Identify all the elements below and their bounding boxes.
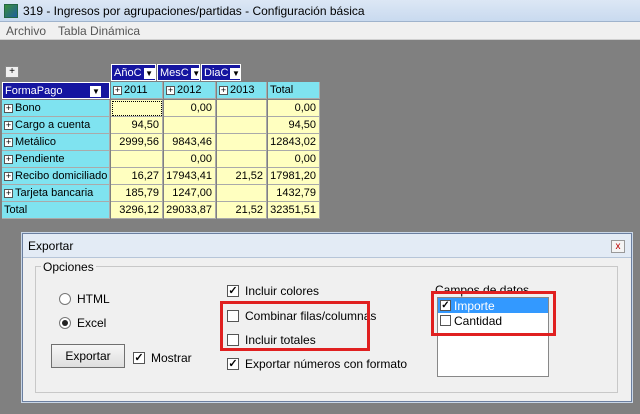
row-label[interactable]: + Pendiente	[2, 151, 110, 168]
pivot-cell[interactable]: 12843,02	[268, 134, 320, 151]
pivot-cell[interactable]	[164, 117, 216, 134]
checkbox-checked-icon[interactable]: ✓	[227, 358, 239, 370]
radio-icon[interactable]	[59, 293, 71, 305]
pivot-cell[interactable]: 17943,41	[164, 168, 216, 185]
expand-icon[interactable]: +	[219, 85, 228, 95]
row-label[interactable]: + Cargo a cuenta	[2, 117, 110, 134]
expand-icon[interactable]: +	[113, 85, 122, 95]
highlight-box	[220, 301, 370, 351]
expand-icon[interactable]: +	[4, 171, 13, 181]
show-checkbox[interactable]: ✓ Mostrar	[133, 351, 192, 365]
row-label[interactable]: + Recibo domiciliado	[2, 168, 110, 185]
checkbox-checked-icon[interactable]: ✓	[227, 285, 239, 297]
app-icon	[4, 3, 18, 18]
expand-icon[interactable]: +	[4, 120, 13, 130]
field-anoc[interactable]: AñoC ▼	[111, 64, 156, 81]
field-formapago[interactable]: FormaPago ▼	[2, 82, 110, 99]
pivot-cell[interactable]: 0,00	[164, 151, 216, 168]
radio-html[interactable]: HTML	[59, 292, 110, 306]
radio-selected-icon[interactable]	[59, 317, 71, 329]
pivot-cell[interactable]	[111, 100, 163, 117]
pivot-cell[interactable]: 3296,12	[111, 202, 163, 219]
pivot-cell[interactable]: 0,00	[164, 100, 216, 117]
dialog-title: Exportar	[23, 234, 631, 258]
include-colors-checkbox[interactable]: ✓ Incluir colores	[227, 284, 319, 298]
dropdown-icon[interactable]: ▼	[90, 85, 102, 97]
row-label[interactable]: Total	[2, 202, 110, 219]
pivot-cell[interactable]: 94,50	[111, 117, 163, 134]
dropdown-icon[interactable]: ▼	[143, 67, 155, 79]
year-header-2011[interactable]: +2011	[111, 82, 163, 99]
pivot-cell[interactable]: 21,52	[217, 202, 267, 219]
pivot-cell[interactable]	[111, 151, 163, 168]
pivot-cell[interactable]	[217, 100, 267, 117]
pivot-cell[interactable]: 21,52	[217, 168, 267, 185]
menu-tabla-dinamica[interactable]: Tabla Dinámica	[52, 24, 146, 38]
export-button[interactable]: Exportar	[51, 344, 125, 368]
row-label[interactable]: + Bono	[2, 100, 110, 117]
expand-icon[interactable]: +	[4, 103, 13, 113]
total-header: Total	[268, 82, 320, 99]
pivot-cell[interactable]	[217, 134, 267, 151]
expand-icon[interactable]: +	[166, 85, 175, 95]
radio-excel[interactable]: Excel	[59, 316, 106, 330]
pivot-cell[interactable]: 29033,87	[164, 202, 216, 219]
pivot-cell[interactable]: 0,00	[268, 100, 320, 117]
close-icon[interactable]: x	[611, 240, 625, 253]
work-area: + AñoC ▼ MesC ▼ DiaC ▼ FormaPago ▼ +2011 +20…	[0, 41, 640, 414]
pivot-cell[interactable]: 94,50	[268, 117, 320, 134]
dropdown-icon[interactable]: ▼	[190, 67, 199, 79]
pivot-cell[interactable]	[217, 151, 267, 168]
window-title: 319 - Ingresos por agrupaciones/partidas…	[23, 3, 365, 18]
menu-bar: Archivo Tabla Dinámica	[0, 22, 640, 40]
year-header-2012[interactable]: +2012	[164, 82, 216, 99]
pivot-cell[interactable]: 9843,46	[164, 134, 216, 151]
corner-expand-button[interactable]: +	[5, 66, 19, 78]
expand-icon[interactable]: +	[4, 188, 13, 198]
pivot-cell[interactable]	[217, 185, 267, 202]
expand-icon[interactable]: +	[4, 137, 13, 147]
field-mesc[interactable]: MesC ▼	[157, 64, 200, 81]
pivot-cell[interactable]: 185,79	[111, 185, 163, 202]
pivot-cell[interactable]: 1432,79	[268, 185, 320, 202]
export-format-checkbox[interactable]: ✓ Exportar números con formato	[227, 357, 407, 371]
dropdown-icon[interactable]: ▼	[230, 67, 240, 79]
highlight-box	[431, 291, 556, 336]
row-label[interactable]: + Metálico	[2, 134, 110, 151]
pivot-cell[interactable]: 1247,00	[164, 185, 216, 202]
year-header-2013[interactable]: +2013	[217, 82, 267, 99]
checkbox-checked-icon[interactable]: ✓	[133, 352, 145, 364]
menu-archivo[interactable]: Archivo	[0, 24, 52, 38]
pivot-cell[interactable]: 0,00	[268, 151, 320, 168]
pivot-cell[interactable]: 2999,56	[111, 134, 163, 151]
pivot-cell[interactable]: 32351,51	[268, 202, 320, 219]
options-label: Opciones	[41, 260, 96, 274]
pivot-cell[interactable]: 17981,20	[268, 168, 320, 185]
title-bar: 319 - Ingresos por agrupaciones/partidas…	[0, 0, 640, 22]
row-label[interactable]: + Tarjeta bancaria	[2, 185, 110, 202]
export-dialog: Exportar x Opciones HTML Excel Exportar …	[22, 233, 632, 402]
pivot-cell[interactable]: 16,27	[111, 168, 163, 185]
pivot-cell[interactable]	[217, 117, 267, 134]
field-diac[interactable]: DiaC ▼	[201, 64, 241, 81]
expand-icon[interactable]: +	[4, 154, 13, 164]
